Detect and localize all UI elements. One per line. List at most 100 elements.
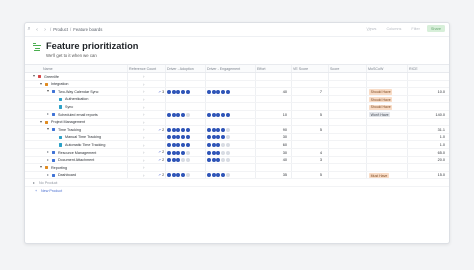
row-open-icon[interactable]: › [143,112,145,117]
ve-score-value[interactable]: 5 [320,173,322,177]
reference-count[interactable]: ↗2 [158,128,164,132]
adoption-rating[interactable] [167,173,190,178]
rice-value[interactable]: 65.0 [438,151,445,155]
row-name[interactable]: Sync [65,105,73,109]
adoption-rating[interactable] [167,135,190,140]
engagement-rating[interactable] [207,142,230,147]
row-open-icon[interactable]: › [143,127,145,132]
effort-value[interactable]: 10 [283,113,287,117]
row-open-icon[interactable]: › [143,89,145,94]
ve-score-value[interactable]: 5 [320,113,322,117]
table-row[interactable]: Authentication › Should Have [25,95,449,104]
column-driver-adoption-header[interactable]: Driver - Adoption [167,67,194,71]
row-name[interactable]: Resource Management [58,151,96,155]
row-open-icon[interactable]: › [143,173,145,178]
reference-count[interactable]: ↗3 [158,90,164,94]
row-open-icon[interactable]: › [143,143,145,148]
effort-value[interactable]: 60 [283,143,287,147]
table-row[interactable]: Time Tracking › ↗2 90 5 31.1 [25,126,449,134]
row-name[interactable]: Integration [51,82,68,86]
ve-score-value[interactable]: 7 [320,90,322,94]
column-reference-count-header[interactable]: Reference Count [129,67,156,71]
table-row[interactable]: Project Management › [25,118,449,127]
effort-value[interactable]: 40 [283,90,287,94]
collapse-icon[interactable] [40,166,42,169]
row-name[interactable]: Greenlife [44,75,59,79]
row-name[interactable]: Time Tracking [58,128,81,132]
rice-value[interactable]: 1.0 [440,143,445,147]
more-options-icon[interactable]: ⋯ [363,27,374,35]
row-open-icon[interactable]: › [143,135,145,140]
row-open-icon[interactable]: › [143,74,145,79]
rice-value[interactable]: 10.0 [438,90,445,94]
effort-value[interactable]: 35 [283,173,287,177]
rice-value[interactable]: 31.1 [438,128,445,132]
columns-button[interactable]: Columns [383,26,404,32]
effort-value[interactable]: 90 [283,128,287,132]
row-name[interactable]: Authentication [65,97,88,101]
new-product-link[interactable]: New Product [41,189,62,193]
column-score-header[interactable]: Score [330,67,339,71]
reference-count[interactable]: ↗2 [158,150,164,154]
ve-score-value[interactable]: 3 [320,158,322,162]
column-driver-engagement-header[interactable]: Driver - Engagement [207,67,240,71]
table-row[interactable]: No Product [25,179,449,187]
engagement-rating[interactable] [207,135,230,140]
engagement-rating[interactable] [207,173,230,178]
column-moscow-header[interactable]: MoSCoW [368,67,383,71]
ve-score-value[interactable]: 4 [320,151,322,155]
column-name-header[interactable]: Name [43,67,53,71]
moscow-badge[interactable]: Must Have [369,172,389,179]
moscow-badge[interactable]: Should Have [369,104,393,110]
engagement-rating[interactable] [207,127,230,132]
engagement-rating[interactable] [207,150,230,155]
row-name[interactable]: Automatic Time Tracking [65,143,105,147]
column-effort-header[interactable]: Effort [257,67,266,71]
row-open-icon[interactable]: › [143,120,145,125]
expand-icon[interactable] [47,173,49,176]
engagement-rating[interactable] [207,89,230,94]
row-name[interactable]: No Product [39,181,57,185]
row-name[interactable]: Reporting [51,166,67,170]
moscow-badge[interactable]: Should Have [369,89,393,95]
share-button[interactable]: Share [426,25,445,32]
adoption-rating[interactable] [167,127,190,132]
rice-value[interactable]: 140.0 [435,113,445,117]
table-row[interactable]: Scheduled email reports › 10 5 Won't Have 140… [25,110,449,119]
table-row[interactable]: Dashboard › ↗2 35 5 Must Have 15.0 [25,171,449,180]
row-name[interactable]: Dashboard [58,173,76,177]
row-name[interactable]: Document Attachment [58,158,94,162]
row-open-icon[interactable]: › [143,150,145,155]
column-ve-score-header[interactable]: VE Score [293,67,308,71]
row-open-icon[interactable]: › [143,165,145,170]
adoption-rating[interactable] [167,150,190,155]
adoption-rating[interactable] [167,142,190,147]
ve-score-value[interactable]: 5 [320,128,322,132]
row-open-icon[interactable]: › [143,158,145,163]
add-icon[interactable]: + [35,189,37,193]
rice-value[interactable]: 15.0 [438,173,445,177]
row-name[interactable]: Two-Way Calendar Sync [58,90,98,94]
table-row[interactable]: Document Attachment › ↗2 40 3 20.0 [25,156,449,165]
search-icon[interactable]: ⌕ [25,26,33,33]
collapse-icon[interactable] [47,90,49,93]
reference-count[interactable]: ↗2 [158,173,164,177]
collapse-icon[interactable] [33,75,35,78]
expand-icon[interactable] [33,181,35,184]
reference-count[interactable]: ↗2 [158,158,164,162]
row-name[interactable]: Manual Time Tracking [65,135,101,139]
rice-value[interactable]: 20.0 [438,158,445,162]
engagement-rating[interactable] [207,112,230,117]
effort-value[interactable]: 40 [283,158,287,162]
row-name[interactable]: Scheduled email reports [58,113,98,117]
engagement-rating[interactable] [207,158,230,163]
row-open-icon[interactable]: › [143,105,145,110]
moscow-badge[interactable]: Won't Have [369,112,391,118]
table-row[interactable]: Integration › [25,80,449,89]
table-row[interactable]: Two-Way Calendar Sync › ↗3 40 7 Should Have 10… [25,88,449,96]
table-row[interactable]: Reporting › [25,164,449,172]
table-row[interactable]: Sync › Should Have [25,103,449,111]
column-rice-header[interactable]: RICE [409,67,418,71]
expand-icon[interactable] [47,151,49,154]
breadcrumb-product[interactable]: Product [53,27,68,32]
